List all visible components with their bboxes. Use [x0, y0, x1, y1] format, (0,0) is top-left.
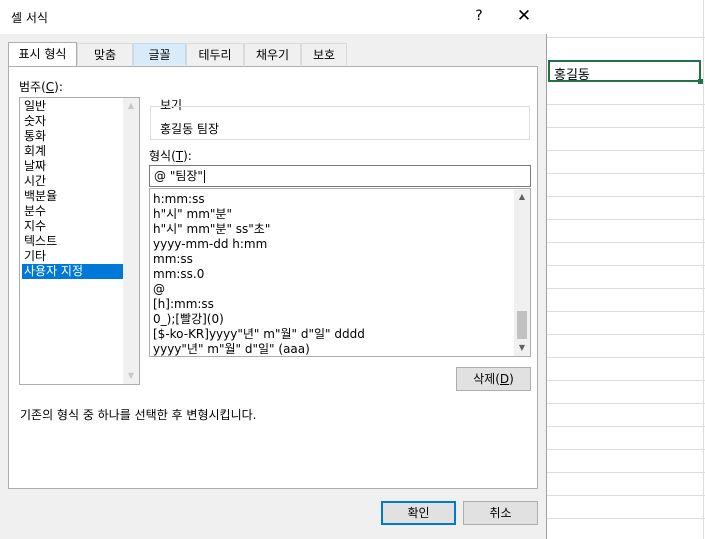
category-item-number[interactable]: 숫자: [22, 114, 125, 129]
category-label: 범주(C):: [19, 80, 63, 94]
category-item-time[interactable]: 시간: [22, 174, 125, 189]
active-cell-value: 홍길동: [554, 68, 590, 83]
grid-line: [547, 196, 705, 197]
category-list[interactable]: 일반 숫자 통화 회계 날짜 시간 백분율 분수 지수 텍스트 기타 사용자 지…: [19, 97, 140, 385]
grid-line: [547, 104, 705, 105]
category-item-scientific[interactable]: 지수: [22, 219, 125, 234]
grid-line: [547, 288, 705, 289]
tab-border[interactable]: 테두리: [186, 43, 244, 65]
grid-line: [547, 150, 705, 151]
grid-line: [547, 311, 705, 312]
grid-line: [547, 334, 705, 335]
tab-fill[interactable]: 채우기: [244, 43, 301, 65]
scroll-down-icon[interactable]: ▼: [514, 340, 530, 356]
title-bar: 셀 서식 ? ✕: [0, 0, 547, 34]
category-item-text[interactable]: 텍스트: [22, 234, 125, 249]
grid-line: [547, 380, 705, 381]
scroll-up-icon[interactable]: ▲: [514, 189, 530, 205]
description-text: 기존의 형식 중 하나를 선택한 후 변형시킵니다.: [20, 408, 257, 422]
scroll-down-icon[interactable]: ▼: [123, 368, 139, 384]
grid-line: [547, 37, 705, 38]
grid-line: [547, 173, 705, 174]
category-item-date[interactable]: 날짜: [22, 159, 125, 174]
tab-font[interactable]: 글꼴: [133, 43, 186, 65]
category-scrollbar[interactable]: ▲ ▼: [123, 98, 139, 384]
format-item[interactable]: yyyy"년" m"월" d"일" (aaa): [153, 342, 310, 356]
format-cells-dialog: 셀 서식 ? ✕ 표시 형식 맞춤 글꼴 테두리 채우기 보호 범주(C): 일…: [0, 0, 547, 539]
grid-line: [547, 403, 705, 404]
grid-line: [703, 0, 704, 539]
scroll-up-icon[interactable]: ▲: [123, 98, 139, 114]
grid-line: [547, 357, 705, 358]
format-input-value: @ "팀장": [154, 169, 203, 183]
text-caret: [203, 170, 205, 183]
format-item[interactable]: mm:ss.0: [153, 267, 204, 282]
grid-line: [547, 472, 705, 473]
category-item-currency[interactable]: 통화: [22, 129, 125, 144]
ok-button[interactable]: 확인: [381, 501, 456, 525]
dialog-title: 셀 서식: [11, 11, 48, 25]
grid-line: [547, 495, 705, 496]
format-label: 형식(T):: [149, 149, 192, 163]
format-item[interactable]: yyyy-mm-dd h:mm: [153, 237, 267, 252]
close-button[interactable]: ✕: [514, 6, 534, 26]
tab-number[interactable]: 표시 형식: [8, 42, 77, 66]
format-item[interactable]: @: [153, 282, 165, 297]
category-item-special[interactable]: 기타: [22, 249, 125, 264]
grid-line: [547, 449, 705, 450]
grid-line: [547, 426, 705, 427]
fill-handle[interactable]: [698, 79, 703, 84]
number-tab-panel: 범주(C): 일반 숫자 통화 회계 날짜 시간 백분율 분수 지수 텍스트 기…: [8, 66, 538, 489]
format-item[interactable]: mm:ss: [153, 252, 193, 267]
delete-button[interactable]: 삭제(D): [456, 367, 531, 391]
active-cell[interactable]: 홍길동: [548, 60, 701, 83]
format-item[interactable]: h:mm:ss: [153, 192, 205, 207]
format-item[interactable]: 0_);[빨강](0): [153, 312, 224, 327]
format-item[interactable]: [$-ko-KR]yyyy"년" m"월" d"일" dddd: [153, 327, 365, 342]
format-item[interactable]: h"시" mm"분": [153, 207, 232, 222]
grid-line: [547, 219, 705, 220]
category-item-percentage[interactable]: 백분율: [22, 189, 125, 204]
help-button[interactable]: ?: [471, 8, 487, 24]
format-scrollbar[interactable]: ▲ ▼: [514, 189, 530, 356]
scroll-thumb[interactable]: [517, 311, 527, 339]
preview-value: 홍길동 팀장: [160, 122, 220, 136]
grid-line: [547, 242, 705, 243]
category-item-custom[interactable]: 사용자 지정: [22, 264, 125, 279]
grid-line: [547, 518, 705, 519]
tab-alignment[interactable]: 맞춤: [77, 43, 133, 65]
cancel-button[interactable]: 취소: [463, 501, 538, 525]
format-item[interactable]: [h]:mm:ss: [153, 297, 214, 312]
format-item[interactable]: h"시" mm"분" ss"초": [153, 222, 270, 237]
grid-line: [547, 127, 705, 128]
grid-line: [547, 265, 705, 266]
format-type-input[interactable]: @ "팀장": [149, 165, 531, 187]
format-list[interactable]: h:mm:ss h"시" mm"분" h"시" mm"분" ss"초" yyyy…: [149, 188, 531, 357]
category-item-accounting[interactable]: 회계: [22, 144, 125, 159]
category-item-general[interactable]: 일반: [22, 99, 125, 114]
tab-protection[interactable]: 보호: [301, 43, 347, 65]
category-item-fraction[interactable]: 분수: [22, 204, 125, 219]
